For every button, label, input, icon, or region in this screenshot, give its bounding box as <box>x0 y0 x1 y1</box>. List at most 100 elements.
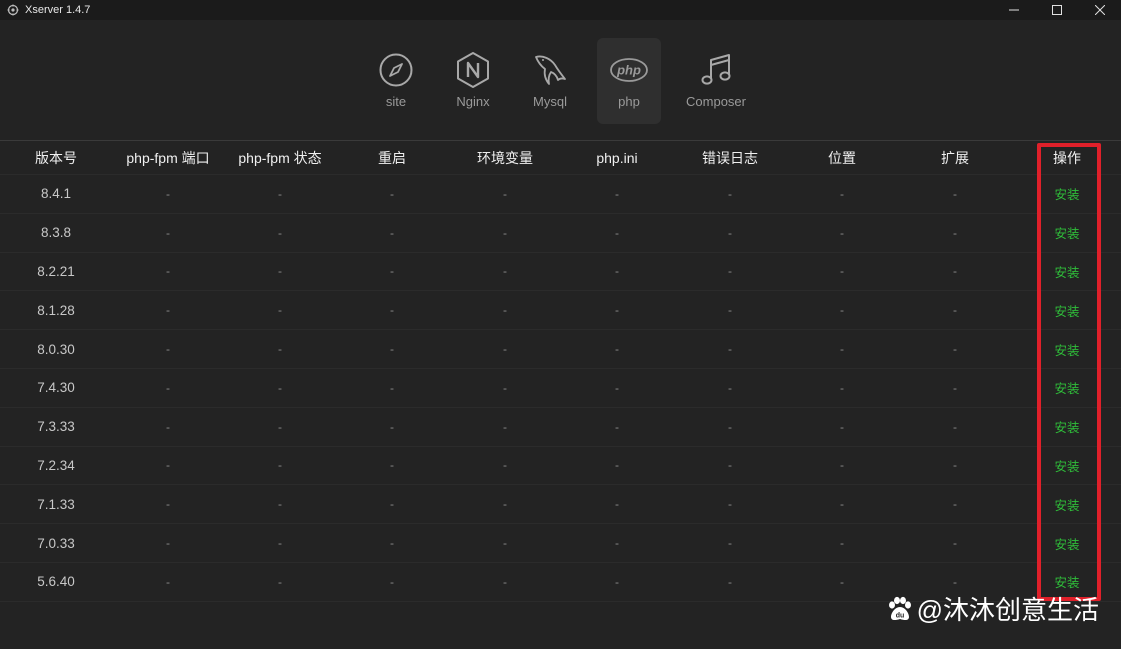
fpm-port-cell: - <box>166 380 170 395</box>
nav-item-php[interactable]: php php <box>597 38 661 124</box>
nav-item-site[interactable]: site <box>364 38 428 124</box>
restart-cell: - <box>390 186 394 201</box>
php-ini-cell: - <box>615 342 619 357</box>
table-row: 8.2.21 - - - - - - - - 安装 <box>0 253 1121 292</box>
header-env-vars: 环境变量 <box>477 149 533 166</box>
error-log-cell: - <box>728 342 732 357</box>
fpm-port-cell: - <box>166 186 170 201</box>
fpm-status-cell: - <box>278 303 282 318</box>
music-note-icon <box>696 50 736 90</box>
version-cell: 7.2.34 <box>37 457 75 473</box>
extensions-cell: - <box>953 536 957 551</box>
php-ini-cell: - <box>615 380 619 395</box>
fpm-status-cell: - <box>278 186 282 201</box>
nav-label-site: site <box>385 94 407 109</box>
error-log-cell: - <box>728 419 732 434</box>
location-cell: - <box>840 342 844 357</box>
php-ini-cell: - <box>615 186 619 201</box>
maximize-icon <box>1051 5 1062 15</box>
table-row: 8.4.1 - - - - - - - - 安装 <box>0 175 1121 214</box>
location-cell: - <box>840 380 844 395</box>
header-error-log: 错误日志 <box>702 149 758 166</box>
php-ini-cell: - <box>615 536 619 551</box>
table-row: 7.1.33 - - - - - - - - 安装 <box>0 485 1121 525</box>
fpm-port-cell: - <box>166 458 170 473</box>
table-row: 7.3.33 - - - - - - - - 安装 <box>0 408 1121 447</box>
install-button[interactable]: 安装 <box>1037 214 1097 252</box>
app-logo-icon <box>7 4 19 16</box>
extensions-cell: - <box>953 225 957 240</box>
fpm-status-cell: - <box>278 380 282 395</box>
extensions-cell: - <box>953 419 957 434</box>
svg-text:php: php <box>616 63 641 78</box>
error-log-cell: - <box>728 303 732 318</box>
fpm-port-cell: - <box>166 574 170 589</box>
location-cell: - <box>840 574 844 589</box>
restart-cell: - <box>390 342 394 357</box>
env-vars-cell: - <box>503 574 507 589</box>
header-fpm-port: php-fpm 端口 <box>126 149 210 166</box>
baidu-paw-icon: du <box>888 596 911 620</box>
dolphin-icon <box>530 50 570 90</box>
close-icon <box>1094 5 1105 15</box>
header-location: 位置 <box>828 149 856 166</box>
env-vars-cell: - <box>503 342 507 357</box>
version-cell: 7.4.30 <box>37 380 75 396</box>
table-body: 8.4.1 - - - - - - - - 安装 8.3.8 - - - - - - - - 安装 8.2.21 - - - -… <box>0 175 1121 602</box>
install-button[interactable]: 安装 <box>1037 485 1097 523</box>
restart-cell: - <box>390 536 394 551</box>
version-cell: 7.0.33 <box>37 535 75 551</box>
env-vars-cell: - <box>503 264 507 279</box>
restart-cell: - <box>390 497 394 512</box>
install-button[interactable]: 安装 <box>1037 253 1097 291</box>
header-fpm-status: php-fpm 状态 <box>238 149 322 166</box>
service-nav: site Nginx Mysql php php Composer <box>0 38 1121 126</box>
location-cell: - <box>840 419 844 434</box>
table-header: 版本号 php-fpm 端口 php-fpm 状态 重启 环境变量 php.ini 错误日志… <box>0 141 1121 175</box>
location-cell: - <box>840 225 844 240</box>
nav-item-mysql[interactable]: Mysql <box>518 38 582 124</box>
error-log-cell: - <box>728 458 732 473</box>
install-button[interactable]: 安装 <box>1037 330 1097 368</box>
location-cell: - <box>840 264 844 279</box>
nav-item-nginx[interactable]: Nginx <box>441 38 505 124</box>
error-log-cell: - <box>728 536 732 551</box>
nav-label-composer: Composer <box>686 94 746 109</box>
php-ini-cell: - <box>615 419 619 434</box>
fpm-port-cell: - <box>166 536 170 551</box>
title-bar: Xserver 1.4.7 <box>0 0 1121 20</box>
window-controls <box>992 0 1121 20</box>
extensions-cell: - <box>953 380 957 395</box>
location-cell: - <box>840 303 844 318</box>
svg-text:du: du <box>895 612 904 619</box>
install-button[interactable]: 安装 <box>1037 524 1097 562</box>
nav-item-composer[interactable]: Composer <box>684 38 748 124</box>
php-ini-cell: - <box>615 264 619 279</box>
location-cell: - <box>840 186 844 201</box>
fpm-port-cell: - <box>166 303 170 318</box>
install-button[interactable]: 安装 <box>1037 175 1097 213</box>
watermark: du @沐沐创意生活 <box>885 590 1099 627</box>
install-button[interactable]: 安装 <box>1037 408 1097 446</box>
env-vars-cell: - <box>503 380 507 395</box>
extensions-cell: - <box>953 186 957 201</box>
env-vars-cell: - <box>503 225 507 240</box>
version-cell: 8.1.28 <box>37 302 75 318</box>
close-button[interactable] <box>1078 0 1121 20</box>
maximize-button[interactable] <box>1035 0 1078 20</box>
version-cell: 8.2.21 <box>37 263 75 279</box>
header-action: 操作 <box>1053 149 1081 166</box>
install-button[interactable]: 安装 <box>1037 291 1097 329</box>
env-vars-cell: - <box>503 536 507 551</box>
watermark-text: @沐沐创意生活 <box>916 595 1099 625</box>
minimize-button[interactable] <box>992 0 1035 20</box>
header-version: 版本号 <box>35 149 77 166</box>
fpm-status-cell: - <box>278 497 282 512</box>
install-button[interactable]: 安装 <box>1037 447 1097 485</box>
fpm-status-cell: - <box>278 225 282 240</box>
version-cell: 8.0.30 <box>37 341 75 357</box>
php-ini-cell: - <box>615 303 619 318</box>
fpm-status-cell: - <box>278 536 282 551</box>
location-cell: - <box>840 497 844 512</box>
install-button[interactable]: 安装 <box>1037 369 1097 407</box>
